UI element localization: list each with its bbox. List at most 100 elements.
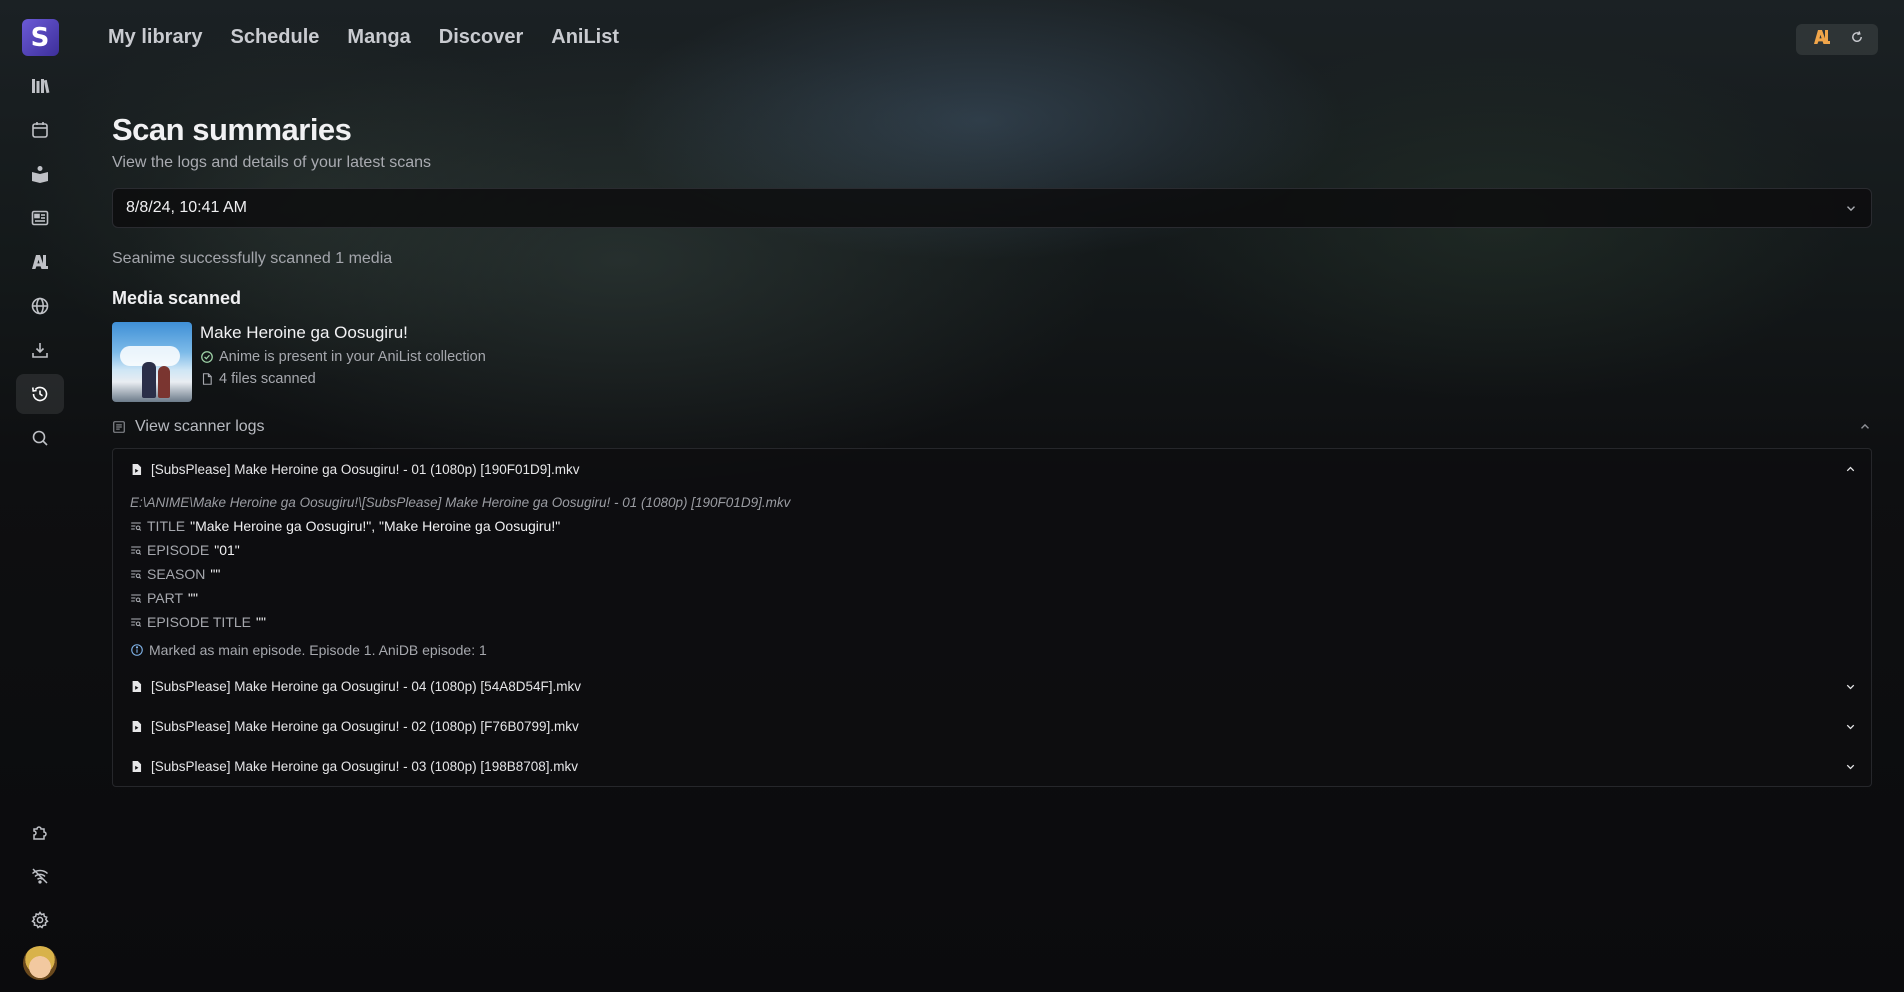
scan-select-value: 8/8/24, 10:41 AM [126,199,247,216]
chevron-up-icon [1861,423,1869,429]
avatar[interactable] [23,946,57,980]
log-file-name: [SubsPlease] Make Heroine ga Oosugiru! -… [151,461,580,477]
log-file-row[interactable]: [SubsPlease] Make Heroine ga Oosugiru! -… [113,706,1871,746]
logs-icon [113,421,125,433]
chevron-down-icon [1846,724,1855,729]
parse-icon [131,618,142,627]
wifi-off-icon [31,868,49,884]
log-field-value: "" [188,590,198,606]
check-circle-icon [201,351,213,363]
file-icon [132,463,142,475]
library-icon [32,79,50,94]
file-icon [132,760,142,772]
scan-select[interactable]: 8/8/24, 10:41 AM [112,188,1872,228]
sidebar-item-downloads[interactable] [16,330,64,370]
scanner-logs-toggle[interactable]: View scanner logs [112,418,1872,436]
log-file-row[interactable]: [SubsPlease] Make Heroine ga Oosugiru! -… [113,746,1871,786]
log-field-episode: EPISODE "01" [130,542,1854,558]
anilist-sync-panel [1796,24,1878,55]
log-field-value: "" [210,566,221,582]
puzzle-icon [33,826,47,840]
sidebar-item-settings[interactable] [16,900,64,940]
media-status-text: Anime is present in your AniList collect… [219,349,486,365]
scanner-logs-panel: [SubsPlease] Make Heroine ga Oosugiru! -… [112,448,1872,787]
anilist-icon [32,255,48,269]
log-info-text: Marked as main episode. Episode 1. AniDB… [149,642,487,658]
main-content: Scan summaries View the logs and details… [112,112,1872,787]
media-scanned-heading: Media scanned [112,288,242,308]
sidebar-bottom [16,808,64,992]
media-files-count: 4 files scanned [200,371,486,387]
download-icon [32,343,48,358]
sidebar-item-news[interactable] [16,198,64,238]
top-navigation: My library Schedule Manga Discover AniLi… [108,26,619,49]
media-poster[interactable] [112,322,192,402]
sidebar-item-anilist[interactable] [16,242,64,282]
gear-icon [31,911,49,929]
nav-manga[interactable]: Manga [347,26,410,49]
sidebar-item-discover-web[interactable] [16,286,64,326]
nav-discover[interactable]: Discover [439,26,524,49]
log-field-key: PART [147,590,184,606]
page-title: Scan summaries [112,112,352,147]
log-field-key: EPISODE [147,542,210,558]
parse-icon [131,570,142,579]
book-icon [32,166,48,183]
file-icon [132,680,142,692]
anilist-logo-icon [1814,30,1830,44]
log-file-path: E:\ANIME\Make Heroine ga Oosugiru!\[Subs… [130,495,791,510]
anilist-badge[interactable] [1810,27,1834,52]
nav-anilist[interactable]: AniList [551,26,619,49]
scanner-logs-label: View scanner logs [135,418,265,435]
sidebar-item-schedule[interactable] [16,110,64,150]
app-logo[interactable]: S [21,19,59,56]
parse-icon [131,594,142,603]
log-field-title: TITLE "Make Heroine ga Oosugiru!", "Make… [130,518,1854,534]
history-icon [32,386,48,402]
media-card: Make Heroine ga Oosugiru! Anime is prese… [112,322,1872,402]
log-field-key: TITLE [147,518,186,534]
media-title[interactable]: Make Heroine ga Oosugiru! [200,323,486,343]
chevron-down-icon [1846,684,1855,689]
log-info-line: Marked as main episode. Episode 1. AniDB… [130,642,1854,658]
log-file-details: E:\ANIME\Make Heroine ga Oosugiru!\[Subs… [113,489,1871,666]
log-field-season: SEASON "" [130,566,1854,582]
calendar-icon [32,122,48,138]
log-field-key: SEASON [147,566,206,582]
log-file-name: [SubsPlease] Make Heroine ga Oosugiru! -… [151,678,581,694]
log-file-name: [SubsPlease] Make Heroine ga Oosugiru! -… [151,718,579,734]
sidebar-item-search[interactable] [16,418,64,458]
parse-icon [131,546,142,555]
media-info: Make Heroine ga Oosugiru! Anime is prese… [200,322,486,402]
page-subtitle: View the logs and details of your latest… [112,154,431,171]
search-icon [32,430,48,446]
log-field-value: "01" [214,542,240,558]
scan-summary-text: Seanime successfully scanned 1 media [112,250,393,267]
refresh-icon [1852,31,1862,42]
info-icon [131,644,143,656]
parse-icon [131,522,142,531]
sidebar-item-manga[interactable] [16,154,64,194]
nav-schedule[interactable]: Schedule [230,26,319,49]
chevron-down-icon [1846,764,1855,769]
refresh-button[interactable] [1850,30,1864,49]
sidebar-item-library[interactable] [16,66,64,106]
news-icon [31,210,49,226]
media-status: Anime is present in your AniList collect… [200,349,486,365]
log-field-part: PART "" [130,590,1854,606]
log-field-key: EPISODE TITLE [147,614,251,630]
log-file-name: [SubsPlease] Make Heroine ga Oosugiru! -… [151,758,578,774]
media-files-text: 4 files scanned [219,371,316,387]
nav-my-library[interactable]: My library [108,26,202,49]
sidebar-item-extensions[interactable] [16,812,64,852]
sidebar-item-scan-summaries[interactable] [16,374,64,414]
log-field-value: "Make Heroine ga Oosugiru!", "Make Heroi… [190,518,561,534]
log-file-row[interactable]: [SubsPlease] Make Heroine ga Oosugiru! -… [113,666,1871,706]
file-icon [132,720,142,732]
log-file-row[interactable]: [SubsPlease] Make Heroine ga Oosugiru! -… [113,449,1871,489]
log-field-episode-title: EPISODE TITLE "" [130,614,1854,630]
sidebar: S [0,0,80,992]
sidebar-item-offline[interactable] [16,856,64,896]
chevron-up-icon [1846,466,1855,471]
globe-icon [31,297,49,315]
